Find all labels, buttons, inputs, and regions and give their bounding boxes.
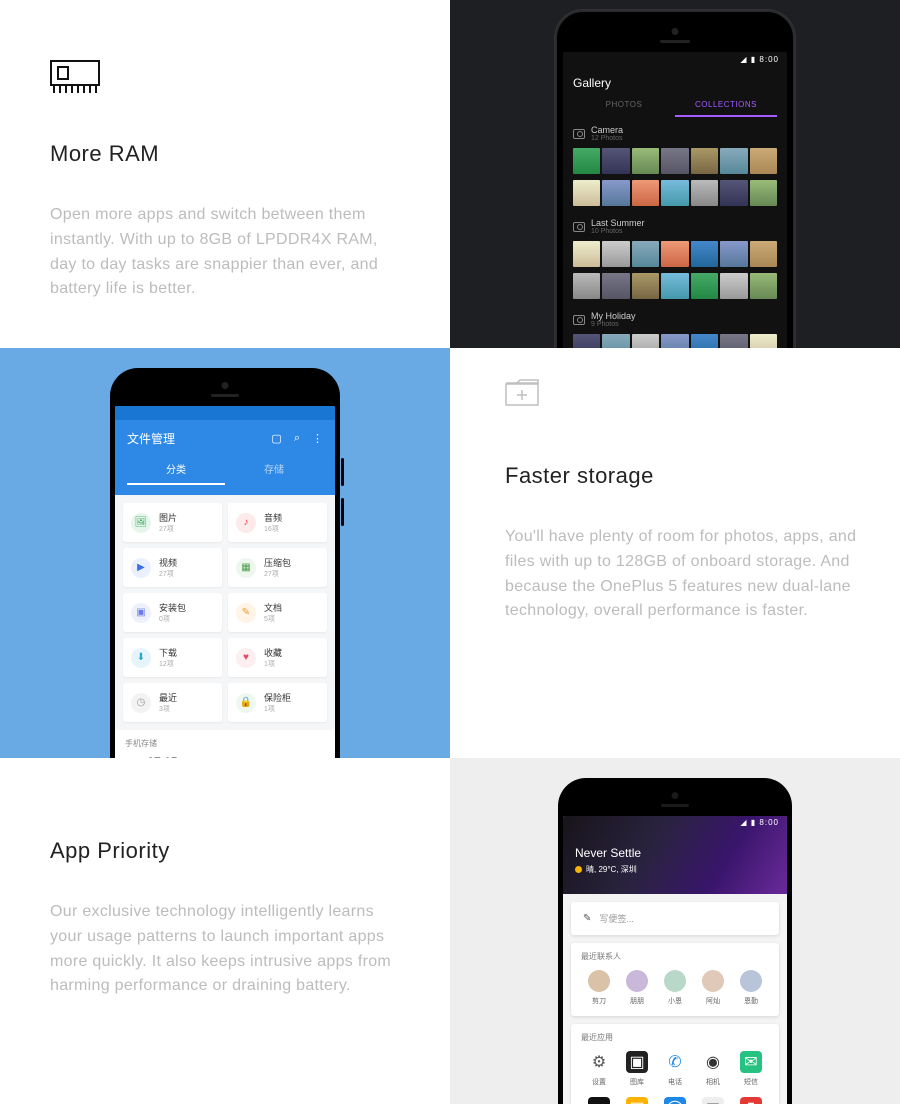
fm-card[interactable]: ◷ 最近3项: [123, 683, 222, 722]
fm-card[interactable]: 🔒 保险柜1项: [228, 683, 327, 722]
faster-storage-body: You'll have plenty of room for photos, a…: [505, 525, 860, 624]
app-item[interactable]: ⚙设置: [581, 1051, 617, 1087]
ram-icon: [50, 60, 100, 96]
app-icon: ✆: [664, 1051, 686, 1073]
fm-card[interactable]: ▣ 安装包0项: [123, 593, 222, 632]
section-more-ram: More RAM Open more apps and switch betwe…: [0, 0, 900, 348]
fm-card-icon: ▦: [236, 558, 256, 578]
gallery-group[interactable]: My Holiday 9 Photos: [563, 303, 787, 348]
fm-card[interactable]: ♪ 音频16项: [228, 503, 327, 542]
fm-card-icon: ◷: [131, 693, 151, 713]
fm-card[interactable]: ▶ 视频27项: [123, 548, 222, 587]
contact-item[interactable]: 小恩: [657, 970, 693, 1006]
status-bar: ◢ ▮ 8:00: [563, 816, 787, 830]
faster-storage-title: Faster storage: [505, 463, 860, 489]
section-app-priority: App Priority Our exclusive technology in…: [0, 758, 900, 1104]
app-item[interactable]: ✉短信: [733, 1051, 769, 1087]
app-item[interactable]: ◯浏览器: [657, 1097, 693, 1104]
camera-icon: [573, 315, 585, 325]
camera-icon: [573, 129, 585, 139]
app-icon: ▣: [626, 1051, 648, 1073]
contact-item[interactable]: 剪刀: [581, 970, 617, 1006]
cast-icon[interactable]: ▢: [271, 432, 281, 445]
avatar: [664, 970, 686, 992]
camera-icon: [573, 222, 585, 232]
pencil-icon: ✎: [583, 913, 591, 924]
app-priority-text: App Priority Our exclusive technology in…: [0, 758, 450, 1104]
status-bar: [115, 406, 335, 420]
contact-item[interactable]: 阿灿: [695, 970, 731, 1006]
gallery-phone-panel: ◢ ▮ 8:00 Gallery PHOTOS COLLECTIONS Came…: [450, 0, 900, 348]
app-icon: ◉: [702, 1051, 724, 1073]
sun-icon: [575, 866, 582, 873]
app-icon: ✉: [702, 1097, 724, 1104]
phone-mockup-filemanager: 文件管理 ▢ ⌕ ⋮ 分类 存储 🖼 图片27项♪ 音频16项▶ 视频27项▦ …: [110, 368, 340, 758]
fm-card-icon: ✎: [236, 603, 256, 623]
app-item[interactable]: ◉相机: [695, 1051, 731, 1087]
recent-apps-label: 最近应用: [581, 1032, 769, 1043]
fm-card-icon: ▣: [131, 603, 151, 623]
app-icon: ◔: [588, 1097, 610, 1104]
gallery-group[interactable]: Camera 12 Photos: [563, 117, 787, 210]
shelf-phone-panel: ◢ ▮ 8:00 Never Settle 晴, 29°C, 深圳 ✎ 写便签.…: [450, 758, 900, 1104]
app-item[interactable]: ▣图库: [619, 1051, 655, 1087]
memo-input[interactable]: ✎ 写便签...: [571, 902, 779, 935]
phone-mockup-gallery: ◢ ▮ 8:00 Gallery PHOTOS COLLECTIONS Came…: [555, 10, 795, 348]
app-item[interactable]: ◔时钟: [581, 1097, 617, 1104]
app-icon: ✉: [740, 1051, 762, 1073]
avatar: [588, 970, 610, 992]
fm-card[interactable]: ♥ 收藏1项: [228, 638, 327, 677]
fm-card-icon: 🔒: [236, 693, 256, 713]
folder-add-icon: [505, 378, 539, 406]
app-item[interactable]: ✆电话: [657, 1051, 693, 1087]
contact-item[interactable]: 朋朋: [619, 970, 655, 1006]
faster-storage-text: Faster storage You'll have plenty of roo…: [450, 348, 900, 758]
app-priority-body: Our exclusive technology intelligently l…: [50, 900, 400, 999]
app-item[interactable]: ▤文件管理: [619, 1097, 655, 1104]
fm-card-icon: ⬇: [131, 648, 151, 668]
fm-card[interactable]: ✎ 文档5项: [228, 593, 327, 632]
app-priority-title: App Priority: [50, 838, 400, 864]
app-item[interactable]: ▮一加商店: [733, 1097, 769, 1104]
weather-row: 晴, 29°C, 深圳: [575, 864, 637, 875]
fm-card[interactable]: 🖼 图片27项: [123, 503, 222, 542]
fm-card-icon: ♪: [236, 513, 256, 533]
fm-tab-storage[interactable]: 存储: [225, 461, 323, 485]
fm-card-icon: ▶: [131, 558, 151, 578]
phone-mockup-shelf: ◢ ▮ 8:00 Never Settle 晴, 29°C, 深圳 ✎ 写便签.…: [558, 778, 792, 1104]
fm-tab-categories[interactable]: 分类: [127, 461, 225, 485]
fm-card[interactable]: ⬇ 下载12项: [123, 638, 222, 677]
more-ram-text: More RAM Open more apps and switch betwe…: [0, 0, 450, 348]
never-settle-label: Never Settle: [575, 846, 641, 860]
fm-title: 文件管理: [127, 430, 175, 447]
fm-card-icon: 🖼: [131, 513, 151, 533]
app-icon: ▤: [626, 1097, 648, 1104]
avatar: [626, 970, 648, 992]
fm-card-icon: ♥: [236, 648, 256, 668]
app-item[interactable]: ✉邮件: [695, 1097, 731, 1104]
app-icon: ▮: [740, 1097, 762, 1104]
section-faster-storage: 文件管理 ▢ ⌕ ⋮ 分类 存储 🖼 图片27项♪ 音频16项▶ 视频27项▦ …: [0, 348, 900, 758]
app-icon: ⚙: [588, 1051, 610, 1073]
fm-card[interactable]: ▦ 压缩包27项: [228, 548, 327, 587]
more-ram-body: Open more apps and switch between them i…: [50, 203, 400, 302]
avatar: [702, 970, 724, 992]
more-icon[interactable]: ⋮: [312, 432, 323, 445]
recent-contacts-label: 最近联系人: [581, 951, 769, 962]
storage-summary: 手机存储 已用 97.15 GB 共 111.3 GB: [115, 730, 335, 758]
app-icon: ◯: [664, 1097, 686, 1104]
gallery-title: Gallery: [573, 76, 777, 90]
tab-photos[interactable]: PHOTOS: [573, 100, 675, 117]
search-icon[interactable]: ⌕: [294, 432, 300, 445]
more-ram-title: More RAM: [50, 141, 400, 167]
avatar: [740, 970, 762, 992]
status-bar: ◢ ▮ 8:00: [563, 52, 787, 68]
gallery-group[interactable]: Last Summer 10 Photos: [563, 210, 787, 303]
contact-item[interactable]: 恩勤: [733, 970, 769, 1006]
tab-collections[interactable]: COLLECTIONS: [675, 100, 777, 117]
file-manager-phone-panel: 文件管理 ▢ ⌕ ⋮ 分类 存储 🖼 图片27项♪ 音频16项▶ 视频27项▦ …: [0, 348, 450, 758]
